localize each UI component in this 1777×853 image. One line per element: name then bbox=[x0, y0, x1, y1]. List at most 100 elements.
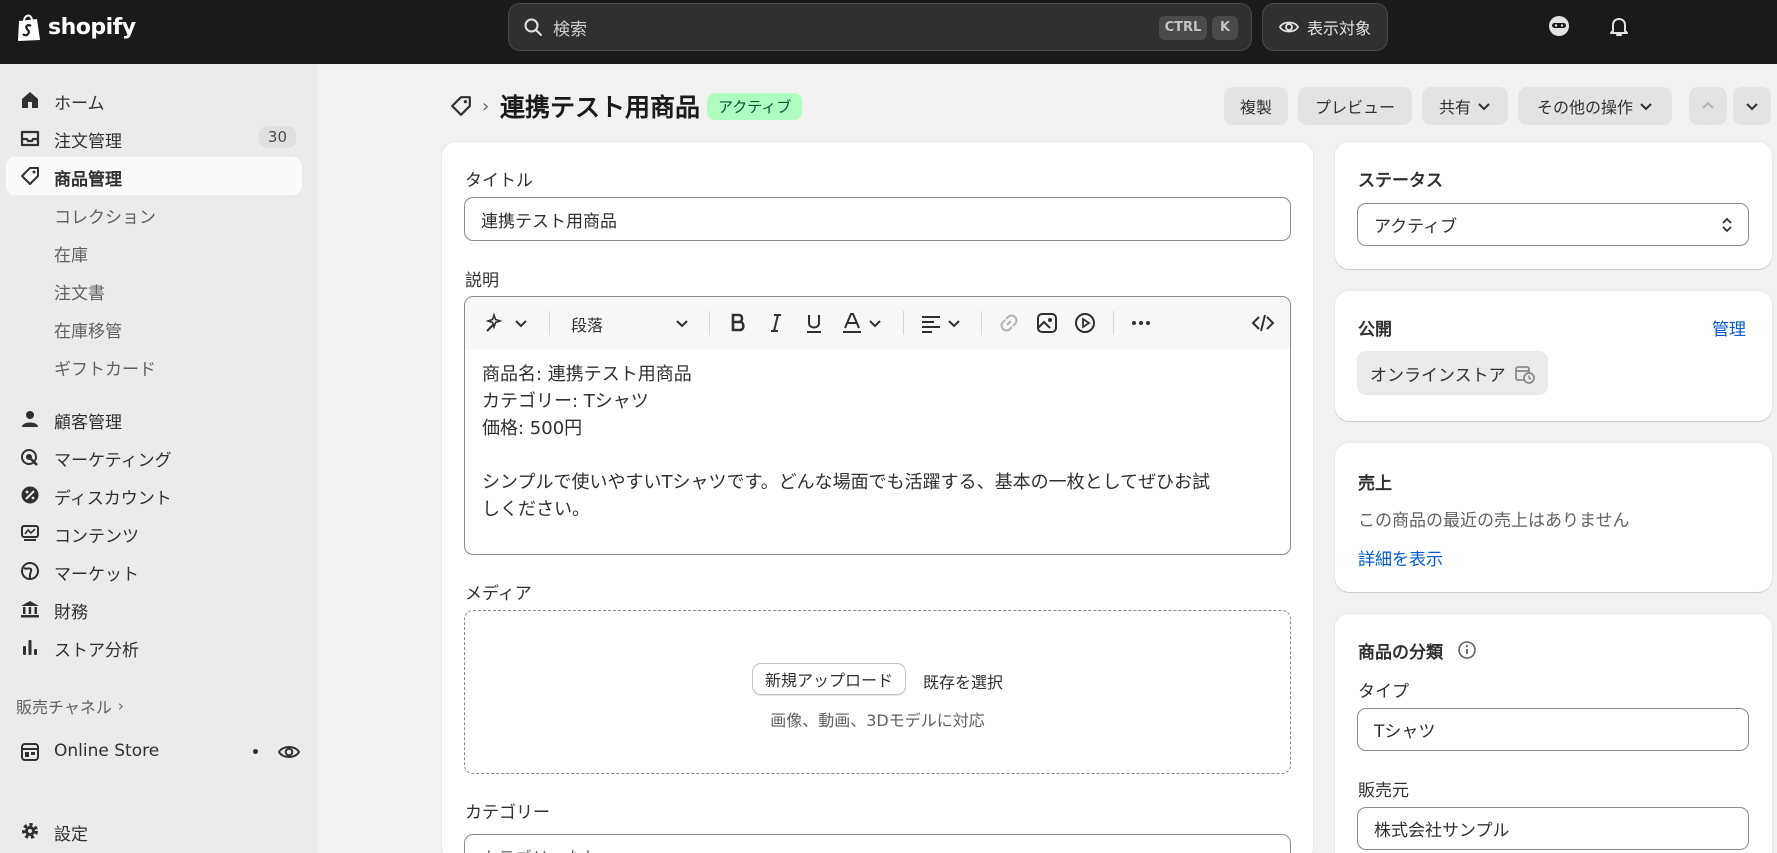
toolbar-divider bbox=[903, 311, 904, 335]
category-value: カテゴリーなし bbox=[481, 844, 600, 853]
target-icon bbox=[21, 449, 38, 466]
next-product-button[interactable] bbox=[1733, 87, 1771, 125]
preview-button[interactable]: プレビュー bbox=[1298, 87, 1412, 125]
category-label: カテゴリー bbox=[465, 803, 550, 823]
sidebar-item-content[interactable]: コンテンツ bbox=[6, 514, 302, 552]
sidebar-item-label: 顧客管理 bbox=[54, 413, 122, 433]
online-store-chip[interactable]: オンラインストア bbox=[1357, 351, 1548, 395]
toolbar-divider bbox=[1113, 311, 1114, 335]
title-label: タイトル bbox=[465, 171, 533, 191]
image-icon[interactable] bbox=[1035, 311, 1059, 335]
agent-avatar-icon[interactable] bbox=[1547, 14, 1571, 38]
vendor-field[interactable]: 株式会社サンプル bbox=[1357, 807, 1749, 850]
paragraph-select[interactable]: 段落 bbox=[571, 312, 603, 336]
sidebar-item-settings[interactable]: 設定 bbox=[6, 812, 302, 850]
chevron-down-icon[interactable] bbox=[670, 311, 694, 335]
sidebar-item-products[interactable]: 商品管理 bbox=[6, 157, 302, 195]
sidebar-item-analytics[interactable]: ストア分析 bbox=[6, 628, 302, 666]
sidebar-item-markets[interactable]: マーケット bbox=[6, 552, 302, 590]
sales-channels-heading[interactable]: 販売チャネル › bbox=[16, 694, 124, 718]
duplicate-button[interactable]: 複製 bbox=[1224, 87, 1288, 125]
status-dot bbox=[253, 749, 258, 754]
sidebar-item-label: ストア分析 bbox=[54, 641, 139, 661]
sidebar-item-customers[interactable]: 顧客管理 bbox=[6, 400, 302, 438]
video-icon[interactable] bbox=[1073, 311, 1097, 335]
sidebar-item-collections[interactable]: コレクション bbox=[6, 195, 302, 233]
previous-product-button[interactable] bbox=[1689, 87, 1727, 125]
more-actions-button[interactable]: その他の操作 bbox=[1518, 87, 1672, 125]
chevron-down-icon bbox=[1478, 103, 1490, 111]
classification-card-title: 商品の分類 bbox=[1358, 643, 1443, 663]
chevron-down-icon[interactable] bbox=[509, 311, 533, 335]
view-details-link[interactable]: 詳細を表示 bbox=[1358, 545, 1443, 570]
status-card: ステータス アクティブ bbox=[1335, 142, 1772, 269]
sidebar-item-inventory[interactable]: 在庫 bbox=[6, 233, 302, 271]
page-title: 連携テスト用商品 bbox=[500, 93, 701, 122]
sales-channels-label: 販売チャネル bbox=[16, 698, 112, 717]
sales-empty-text: この商品の最近の売上はありません bbox=[1358, 511, 1630, 531]
sidebar-item-finance[interactable]: 財務 bbox=[6, 590, 302, 628]
link-icon[interactable] bbox=[997, 311, 1021, 335]
eye-icon[interactable] bbox=[278, 741, 300, 763]
chevron-down-icon[interactable] bbox=[942, 311, 966, 335]
shopify-logo[interactable]: shopify bbox=[16, 12, 136, 42]
preview-label: プレビュー bbox=[1314, 98, 1395, 117]
search-input[interactable]: 検索 CTRL K bbox=[508, 3, 1252, 51]
media-dropzone[interactable]: 新規アップロード 既存を選択 画像、動画、3Dモデルに対応 bbox=[464, 610, 1291, 774]
select-existing-button[interactable]: 既存を選択 bbox=[923, 669, 1003, 693]
select-arrows-icon bbox=[1722, 217, 1732, 233]
sidebar-item-home[interactable]: ホーム bbox=[6, 81, 302, 119]
info-icon[interactable] bbox=[1457, 640, 1477, 660]
code-icon[interactable] bbox=[1251, 311, 1275, 335]
duplicate-label: 複製 bbox=[1239, 98, 1272, 117]
category-field[interactable]: カテゴリーなし bbox=[464, 834, 1291, 853]
upload-new-button[interactable]: 新規アップロード bbox=[752, 663, 906, 695]
sidebar-item-label: 商品管理 bbox=[54, 170, 122, 190]
bank-icon bbox=[21, 601, 39, 618]
globe-icon bbox=[21, 562, 39, 580]
title-field[interactable]: 連携テスト用商品 bbox=[464, 197, 1291, 241]
top-bar: shopify 検索 CTRL K 表示対象 bbox=[0, 0, 1777, 64]
sidebar: ホーム 注文管理 30 商品管理 コレクション 在庫 注文書 在庫移管 ギフトカ… bbox=[0, 64, 318, 853]
bold-icon[interactable] bbox=[726, 311, 750, 335]
store-icon bbox=[21, 743, 39, 761]
kbd-k: K bbox=[1212, 16, 1238, 40]
sidebar-item-label: 注文書 bbox=[54, 284, 105, 304]
sidebar-item-transfers[interactable]: 在庫移管 bbox=[6, 309, 302, 347]
sidebar-item-discounts[interactable]: ディスカウント bbox=[6, 476, 302, 514]
toolbar-divider bbox=[709, 311, 710, 335]
underline-icon[interactable] bbox=[802, 311, 826, 335]
search-placeholder: 検索 bbox=[553, 19, 587, 40]
sidebar-item-online-store[interactable]: Online Store bbox=[6, 733, 302, 771]
type-field[interactable]: Tシャツ bbox=[1357, 708, 1749, 751]
sales-card: 売上 この商品の最近の売上はありません 詳細を表示 bbox=[1335, 443, 1772, 592]
sidebar-item-purchase-orders[interactable]: 注文書 bbox=[6, 271, 302, 309]
sidebar-item-marketing[interactable]: マーケティング bbox=[6, 438, 302, 476]
eye-icon bbox=[1278, 21, 1299, 33]
person-icon bbox=[22, 411, 38, 427]
sidebar-item-label: ディスカウント bbox=[54, 489, 172, 509]
view-as-button[interactable]: 表示対象 bbox=[1262, 3, 1388, 51]
sidebar-item-orders[interactable]: 注文管理 30 bbox=[6, 119, 302, 157]
tag-icon[interactable] bbox=[450, 95, 472, 117]
description-editor[interactable]: 段落 商品名: 連携テスト用商品 カテゴリー: Tシャツ 価格: 500円 シン… bbox=[464, 296, 1291, 555]
sidebar-item-label: マーケット bbox=[54, 565, 139, 585]
orders-count-badge: 30 bbox=[258, 126, 296, 148]
sidebar-item-label: 財務 bbox=[54, 603, 88, 623]
more-horizontal-icon[interactable] bbox=[1129, 311, 1153, 335]
italic-icon[interactable] bbox=[764, 311, 788, 335]
share-button[interactable]: 共有 bbox=[1422, 87, 1508, 125]
chevron-up-icon bbox=[1702, 101, 1714, 109]
sidebar-item-gift-cards[interactable]: ギフトカード bbox=[6, 347, 302, 385]
manage-link[interactable]: 管理 bbox=[1712, 315, 1746, 340]
ai-sparkle-icon[interactable] bbox=[481, 311, 505, 335]
schedule-icon[interactable] bbox=[1514, 363, 1536, 385]
online-store-chip-label: オンラインストア bbox=[1370, 365, 1506, 386]
sidebar-item-label: 在庫 bbox=[54, 246, 88, 266]
status-select[interactable]: アクティブ bbox=[1357, 203, 1749, 246]
vendor-label: 販売元 bbox=[1358, 781, 1409, 801]
text-color-icon[interactable] bbox=[840, 311, 864, 335]
chevron-down-icon[interactable] bbox=[863, 311, 887, 335]
bell-icon[interactable] bbox=[1607, 14, 1631, 38]
align-left-icon[interactable] bbox=[919, 311, 943, 335]
